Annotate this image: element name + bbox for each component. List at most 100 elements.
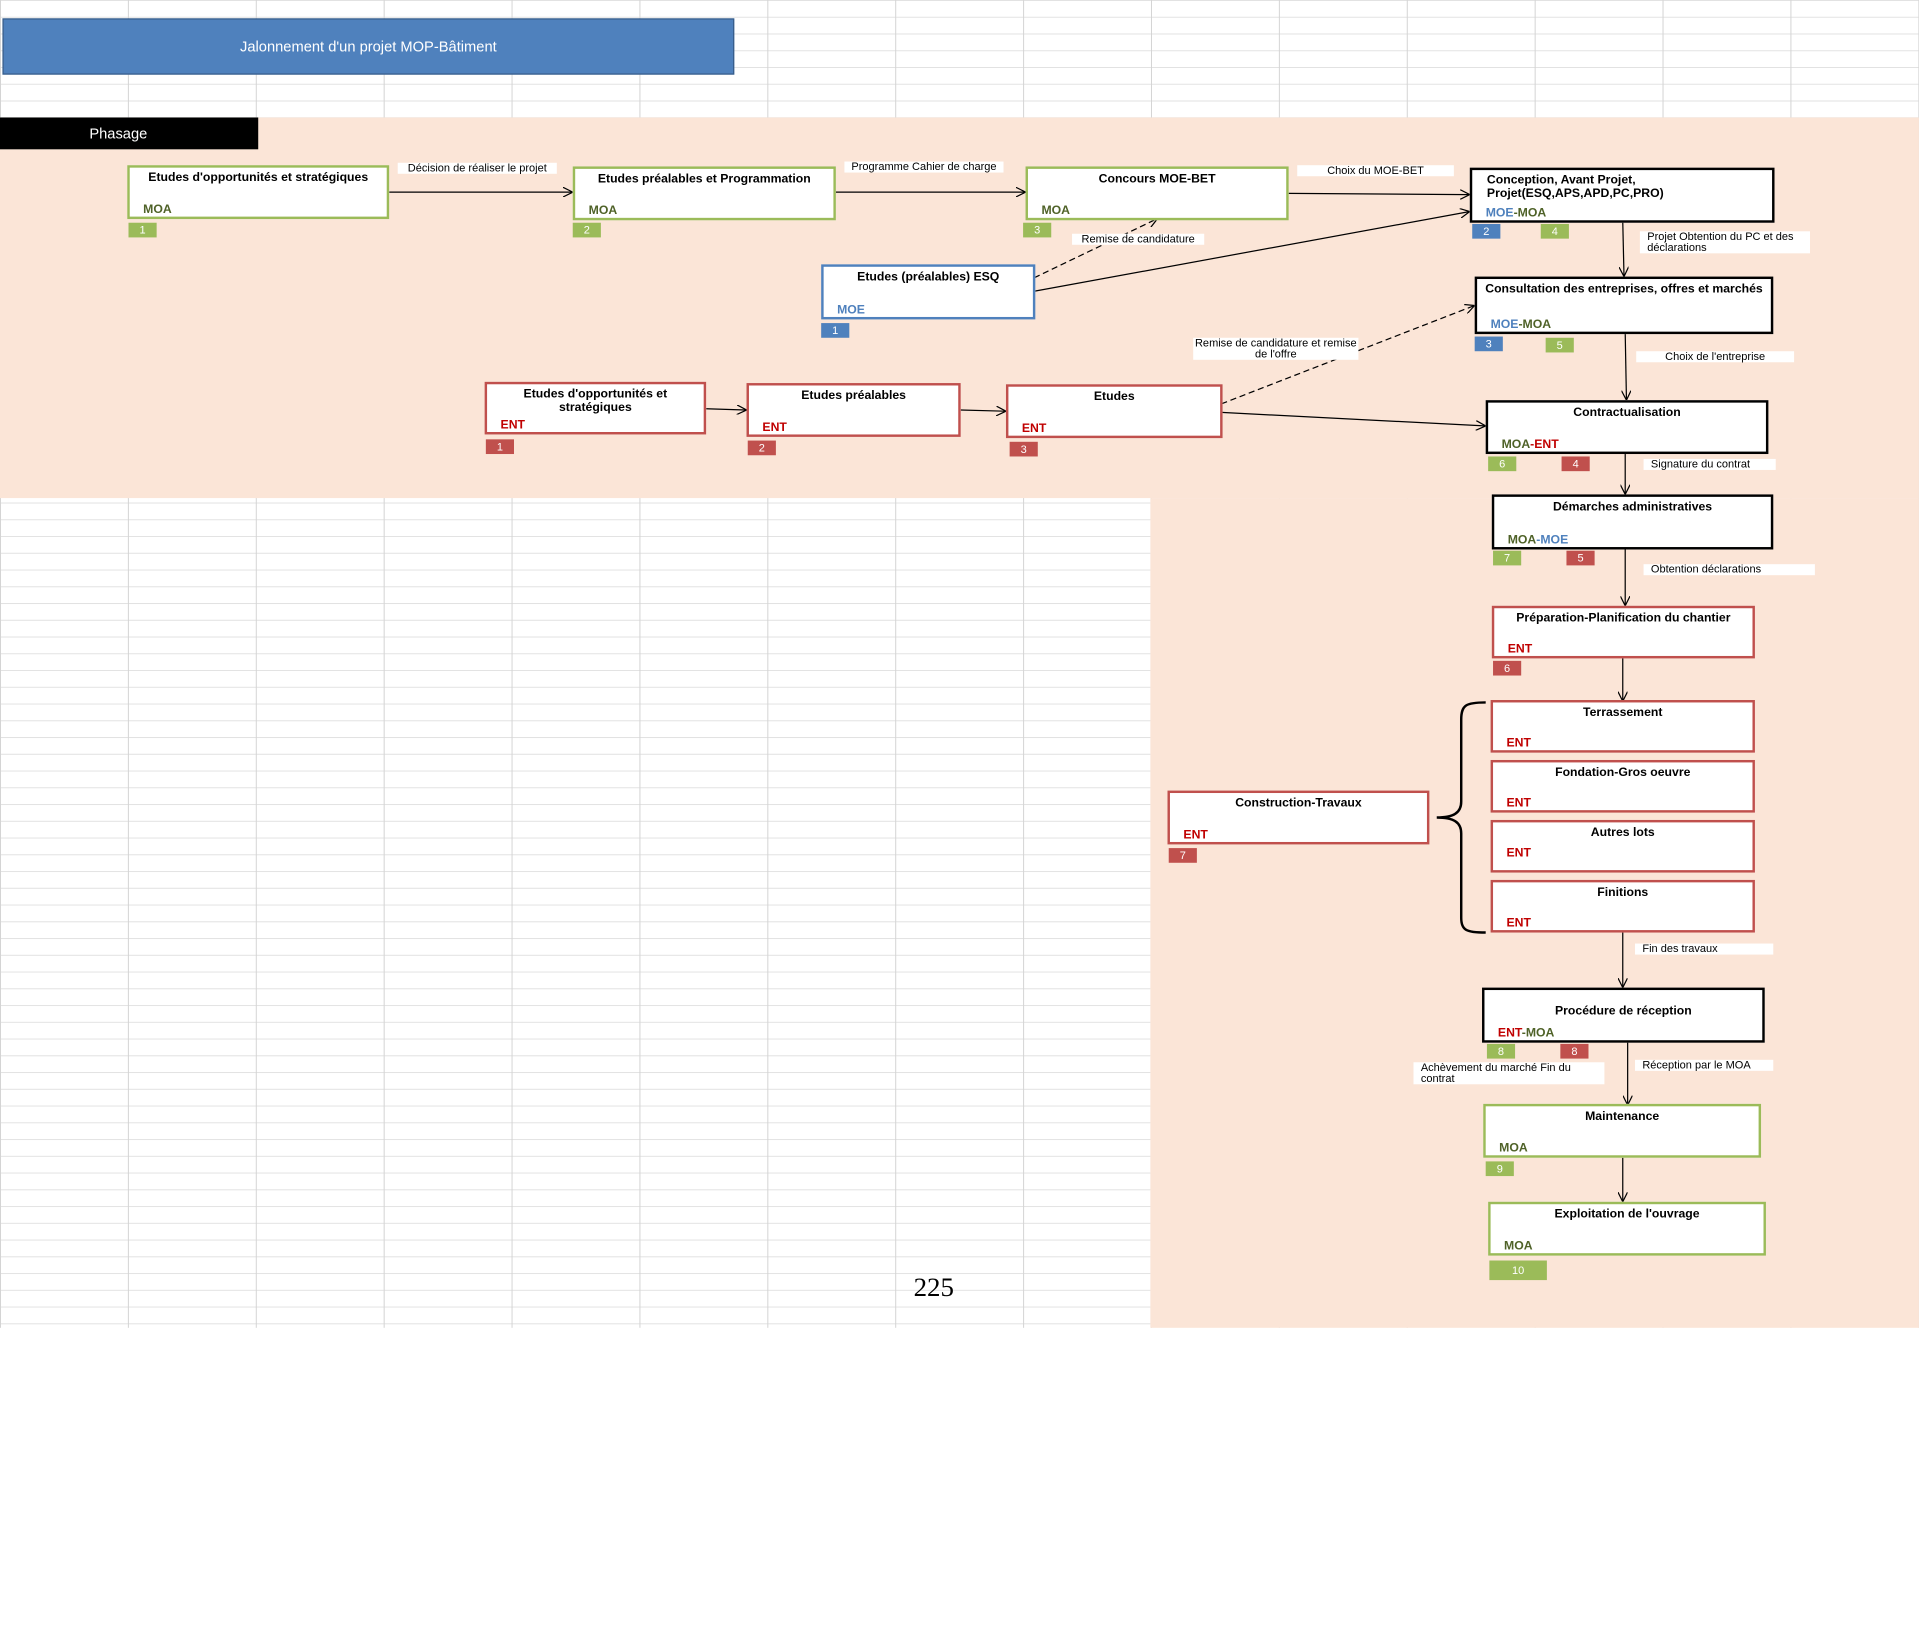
box-role: ENT — [1021, 422, 1047, 436]
arrow-esq-to-concours — [1033, 219, 1156, 279]
role-moa: MOA — [1507, 533, 1537, 548]
role-moa: MOA — [1501, 438, 1531, 452]
box-title: Etudes préalables et Programmation — [597, 172, 811, 187]
moa-concours-box: Concours MOE-BET MOA — [1025, 166, 1289, 221]
fondation-gros-oeuvre-box: Fondation-Gros oeuvre ENT — [1490, 759, 1755, 813]
step-number: 1 — [128, 222, 157, 238]
box-title: Construction-Travaux — [1235, 796, 1362, 811]
box-role: ENT — [1506, 916, 1531, 931]
box-title: Etudes — [1093, 390, 1135, 404]
box-role: MOA-MOE — [1508, 534, 1569, 547]
box-role: MOA — [1504, 1239, 1533, 1254]
box-role: MOA — [1041, 204, 1071, 218]
step-number: 1 — [821, 323, 850, 338]
step-number-moa: 5 — [1545, 337, 1574, 353]
box-title: Consultation des entreprises, offres et … — [1485, 282, 1763, 297]
role-ent: ENT — [1497, 1026, 1522, 1041]
label-achevement: Achèvement du marché Fin du contrat — [1413, 1062, 1605, 1085]
box-title: Etudes d'opportunités et stratégiques — [148, 171, 369, 185]
label-fin-travaux: Fin des travaux — [1634, 943, 1774, 955]
label-remise-offre: Remise de candidature et remise de l'off… — [1193, 336, 1359, 360]
box-title: Exploitation de l'ouvrage — [1554, 1207, 1700, 1222]
box-title: Démarches administratives — [1552, 500, 1713, 514]
box-role: MOA — [143, 203, 172, 217]
label-remise-candidature: Remise de candidature — [1072, 233, 1205, 245]
exploitation-ouvrage-box: Exploitation de l'ouvrage MOA — [1488, 1201, 1766, 1256]
box-title: Concours MOE-BET — [1098, 172, 1216, 187]
box-role: MOA-ENT — [1502, 438, 1559, 451]
role-moe: MOE — [1490, 318, 1519, 332]
box-role: MOE-MOA — [1491, 318, 1552, 331]
step-number-moa: 8 — [1560, 1043, 1589, 1059]
brace — [1436, 701, 1486, 934]
box-role: ENT — [1507, 642, 1533, 656]
procedure-reception-box: Procédure de réception ENT-MOA — [1482, 987, 1765, 1043]
box-role: MOE-MOA — [1486, 207, 1547, 220]
terrassement-box: Terrassement ENT — [1490, 700, 1755, 753]
maintenance-box: Maintenance MOA — [1483, 1103, 1762, 1158]
step-number: 7 — [1168, 848, 1197, 863]
demarches-administratives-box: Démarches administratives MOA-MOE — [1491, 494, 1774, 550]
label-signature: Signature du contrat — [1643, 458, 1776, 470]
box-title: Etudes d'opportunités et stratégiques — [523, 387, 668, 415]
ent-etudes-box: Etudes ENT — [1005, 384, 1223, 439]
box-title: Maintenance — [1585, 1109, 1660, 1124]
finitions-box: Finitions ENT — [1490, 879, 1755, 933]
label-programme: Programme Cahier de charge — [844, 161, 1004, 173]
label-obtention: Obtention déclarations — [1643, 564, 1815, 576]
box-title: Procédure de réception — [1555, 1004, 1692, 1019]
step-number-moa: 6 — [1488, 456, 1517, 472]
step-number: 3 — [1023, 222, 1052, 238]
step-number-moa: 4 — [1540, 223, 1569, 239]
step-number: 6 — [1493, 660, 1522, 676]
label-choix-moe: Choix du MOE-BET — [1297, 165, 1454, 177]
role-ent: -ENT — [1530, 438, 1559, 452]
moe-etudes-esq-box: Etudes (préalables) ESQ MOE — [821, 264, 1036, 320]
autres-lots-box: Autres lots ENT — [1490, 819, 1755, 873]
box-role: MOA — [1499, 1141, 1528, 1156]
box-role: ENT-MOA — [1498, 1027, 1554, 1040]
box-role: ENT — [500, 418, 526, 433]
box-role: ENT — [1506, 796, 1531, 811]
box-title: Conception, Avant Projet, Projet(ESQ,APS… — [1486, 173, 1664, 201]
step-number: 1 — [485, 439, 514, 455]
box-role: ENT — [1506, 736, 1531, 751]
conception-box: Conception, Avant Projet, Projet(ESQ,APS… — [1469, 167, 1775, 223]
contractualisation-box: Contractualisation MOA-ENT — [1485, 400, 1769, 455]
arrow-concours-to-conception — [1288, 193, 1469, 194]
box-title: Terrassement — [1583, 706, 1663, 720]
arrow-conception-to-consultation — [1623, 221, 1624, 276]
page-number: 225 — [913, 1271, 954, 1303]
box-title: Finitions — [1597, 886, 1649, 900]
box-title: Contractualisation — [1573, 406, 1681, 420]
arrow-esq-to-conception — [1034, 212, 1468, 292]
label-decision: Décision de réaliser le projet — [397, 162, 557, 174]
step-number-ent: 8 — [1486, 1043, 1516, 1059]
role-moa: -MOA — [1513, 206, 1547, 221]
box-role: ENT — [762, 420, 787, 435]
box-title: Autres lots — [1590, 826, 1655, 840]
arrow-consultation-to-contract — [1625, 332, 1626, 399]
box-title: Fondation-Gros oeuvre — [1555, 766, 1691, 780]
arrow-etudes-to-contract — [1221, 411, 1484, 425]
step-number-ent: 4 — [1561, 456, 1590, 472]
step-number: 3 — [1009, 441, 1038, 457]
step-number: 9 — [1485, 1161, 1514, 1177]
preparation-planification-box: Préparation-Planification du chantier EN… — [1491, 605, 1755, 659]
moa-etudes-prealables-box: Etudes préalables et Programmation MOA — [572, 166, 836, 221]
box-title: Etudes préalables — [801, 389, 906, 403]
step-number: 10 — [1489, 1260, 1547, 1281]
step-number-moe: 5 — [1566, 550, 1595, 566]
role-moe: -MOE — [1536, 533, 1569, 548]
step-number-moa: 7 — [1493, 550, 1522, 566]
ent-etudes-opportunites-box: Etudes d'opportunités et stratégiques EN… — [484, 381, 707, 435]
step-number: 2 — [747, 440, 776, 456]
box-title: Etudes (préalables) ESQ — [857, 270, 1000, 284]
arrow-ent-opp-to-prea — [706, 409, 745, 410]
arrow-ent-prea-to-etudes — [960, 410, 1005, 411]
moa-etudes-opportunites-box: Etudes d'opportunités et stratégiques MO… — [127, 165, 390, 220]
box-role: ENT — [1183, 828, 1208, 842]
role-moa: -MOA — [1521, 1026, 1555, 1041]
label-projet-pc: Projet Obtention du PC et des déclaratio… — [1639, 231, 1811, 254]
box-role: MOE — [837, 303, 865, 317]
